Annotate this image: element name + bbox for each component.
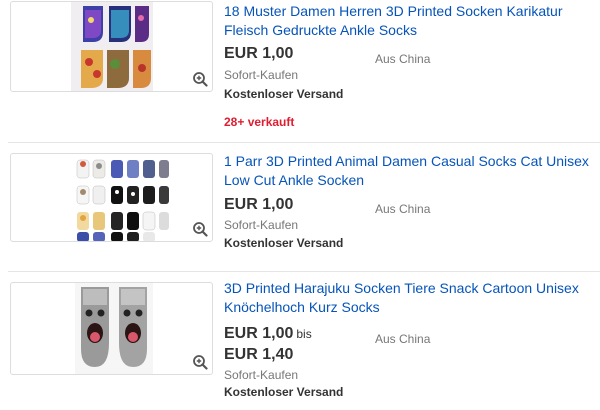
item-thumbnail[interactable] [10,153,213,242]
socks-photo [76,159,169,241]
item-shipping: Kostenloser Versand [224,87,344,101]
item-shipping: Kostenloser Versand [224,236,344,250]
item-location: Aus China [375,202,431,216]
item-sold-count: 28+ verkauft [224,115,295,129]
item-price-min: EUR 1,00 [224,325,294,342]
item-buying-format: Sofort-Kaufen [224,218,299,232]
zoom-icon[interactable] [192,354,208,370]
search-result-item: 3D Printed Harajuku Socken Tiere Snack C… [0,272,600,410]
socks-photo [75,283,153,374]
item-price: EUR 1,00 [224,45,294,62]
item-location: Aus China [375,332,431,346]
search-result-item: 18 Muster Damen Herren 3D Printed Socken… [0,0,600,142]
item-buying-format: Sofort-Kaufen [224,368,299,382]
search-result-item: 1 Parr 3D Printed Animal Damen Casual So… [0,143,600,271]
item-price: EUR 1,00 bis [224,324,312,344]
zoom-icon[interactable] [192,221,208,237]
item-title-link[interactable]: 18 Muster Damen Herren 3D Printed Socken… [224,2,596,40]
item-shipping: Kostenloser Versand [224,385,344,399]
zoom-icon[interactable] [192,71,208,87]
item-title-link[interactable]: 3D Printed Harajuku Socken Tiere Snack C… [224,279,596,317]
item-price: EUR 1,00 [224,196,294,213]
item-title-link[interactable]: 1 Parr 3D Printed Animal Damen Casual So… [224,152,596,190]
item-location: Aus China [375,52,431,66]
item-buying-format: Sofort-Kaufen [224,68,299,82]
socks-photo [71,2,153,91]
price-range-separator: bis [296,327,312,341]
item-thumbnail[interactable] [10,282,213,375]
item-price-max: EUR 1,40 [224,346,294,363]
item-thumbnail[interactable] [10,1,213,92]
